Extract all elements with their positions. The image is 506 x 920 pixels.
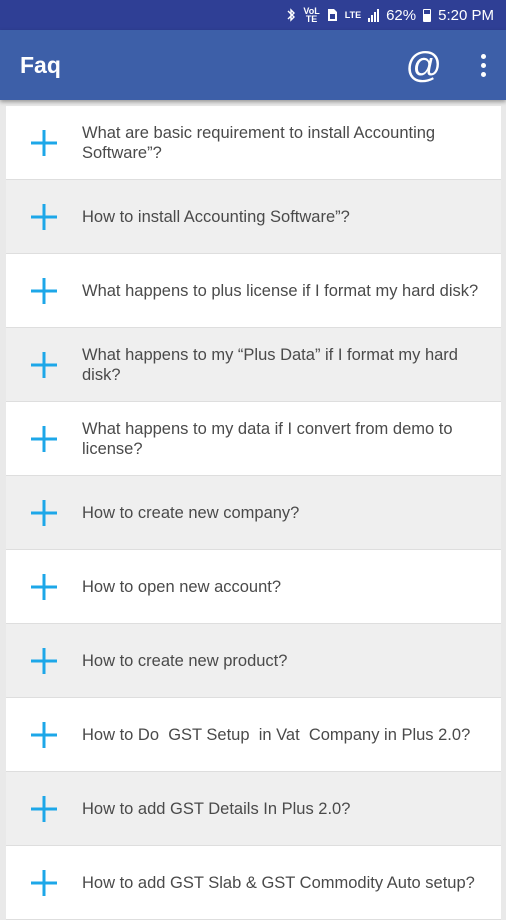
page-title: Faq <box>20 51 61 78</box>
clock: 5:20 PM <box>438 6 494 24</box>
more-vert-icon[interactable] <box>478 53 488 77</box>
volte-icon: VoL TE <box>303 6 320 24</box>
plus-icon[interactable] <box>6 795 82 823</box>
faq-item[interactable]: How to add GST Slab & GST Commodity Auto… <box>6 846 501 920</box>
faq-item[interactable]: How to create new product? <box>6 624 501 698</box>
faq-question: How to create new product? <box>82 651 288 670</box>
faq-item[interactable]: How to create new company? <box>6 476 501 550</box>
plus-icon[interactable] <box>6 721 82 749</box>
faq-question: How to create new company? <box>82 503 300 522</box>
plus-icon[interactable] <box>6 573 82 601</box>
plus-icon[interactable] <box>6 351 82 379</box>
plus-icon[interactable] <box>6 129 82 157</box>
faq-item[interactable]: What happens to plus license if I format… <box>6 254 501 328</box>
battery-percent: 62% <box>386 6 417 24</box>
signal-icon <box>368 8 380 22</box>
sim-icon <box>327 8 338 22</box>
faq-question: What happens to my data if I convert fro… <box>82 419 458 458</box>
email-icon[interactable]: @ <box>405 47 442 83</box>
faq-item[interactable]: What happens to my “Plus Data” if I form… <box>6 328 501 402</box>
plus-icon[interactable] <box>6 203 82 231</box>
bluetooth-icon <box>286 8 296 22</box>
faq-item[interactable]: What are basic requirement to install Ac… <box>6 106 501 180</box>
plus-icon[interactable] <box>6 869 82 897</box>
status-bar: VoL TE LTE 62% 5:20 PM <box>0 0 506 30</box>
faq-item[interactable]: What happens to my data if I convert fro… <box>6 402 501 476</box>
faq-list: What are basic requirement to install Ac… <box>0 100 506 920</box>
battery-icon <box>423 8 432 22</box>
plus-icon[interactable] <box>6 499 82 527</box>
plus-icon[interactable] <box>6 425 82 453</box>
plus-icon[interactable] <box>6 647 82 675</box>
faq-question: How to add GST Slab & GST Commodity Auto… <box>82 873 475 892</box>
app-bar: Faq @ <box>0 30 506 100</box>
faq-item[interactable]: How to Do GST Setup in Vat Company in Pl… <box>6 698 501 772</box>
faq-question: What happens to plus license if I format… <box>82 281 479 300</box>
faq-question: How to add GST Details In Plus 2.0? <box>82 799 351 818</box>
faq-question: How to open new account? <box>82 577 282 596</box>
lte-icon: LTE <box>344 10 362 20</box>
faq-question: How to install Accounting Software”? <box>82 207 350 226</box>
faq-question: What are basic requirement to install Ac… <box>82 123 440 162</box>
faq-item[interactable]: How to install Accounting Software”? <box>6 180 501 254</box>
faq-item[interactable]: How to open new account? <box>6 550 501 624</box>
plus-icon[interactable] <box>6 277 82 305</box>
faq-question: How to Do GST Setup in Vat Company in Pl… <box>82 725 471 744</box>
faq-question: What happens to my “Plus Data” if I form… <box>82 345 463 384</box>
faq-item[interactable]: How to add GST Details In Plus 2.0? <box>6 772 501 846</box>
